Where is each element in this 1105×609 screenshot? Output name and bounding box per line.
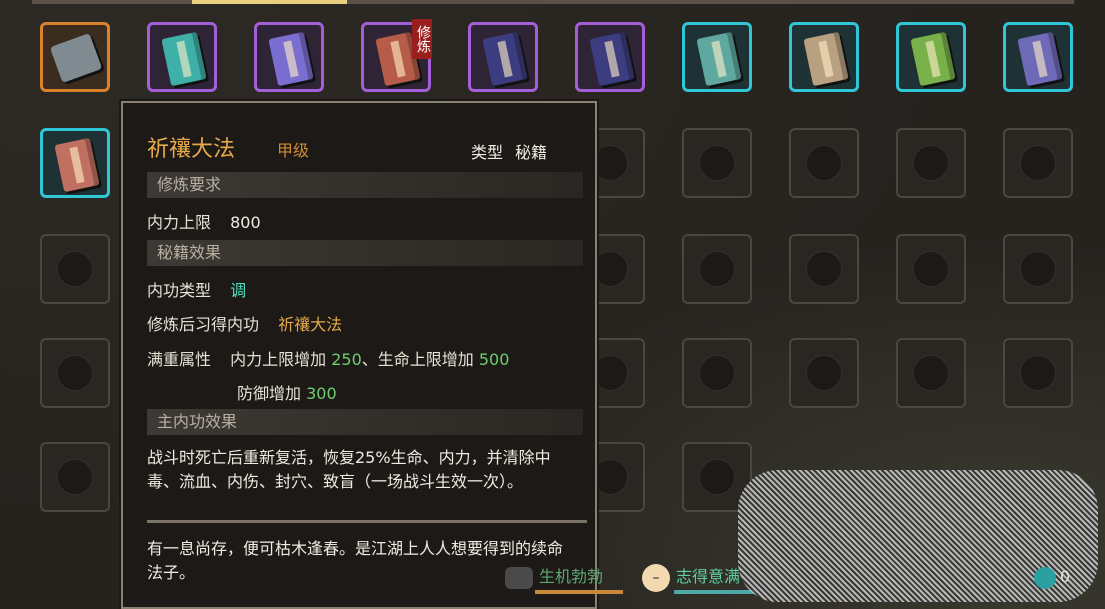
attr2-value: 500	[478, 350, 510, 369]
item-type: 类型 秘籍	[471, 139, 547, 163]
empty-slot[interactable]	[40, 442, 110, 512]
attr3-row: 防御增加 300	[237, 380, 337, 404]
item-tooltip: 祈禳大法 甲级 类型 秘籍 修炼要求 内力上限 800 秘籍效果 内功类型 调 修…	[119, 99, 599, 609]
empty-slot[interactable]	[789, 128, 859, 198]
empty-slot[interactable]	[40, 234, 110, 304]
book-icon	[696, 31, 742, 87]
learn-value: 祈禳大法	[278, 315, 343, 334]
kungfu-type-value: 调	[230, 281, 247, 300]
full-attr-label: 满重属性	[147, 350, 212, 369]
section-header-effects: 秘籍效果	[147, 240, 583, 266]
money-status: 0	[1034, 560, 1070, 596]
active-tab-indicator[interactable]	[192, 0, 347, 4]
book-icon	[482, 31, 528, 87]
inventory-slot[interactable]	[682, 22, 752, 92]
inventory-slot[interactable]	[1003, 22, 1073, 92]
item-type-value: 秘籍	[515, 143, 548, 162]
attr1-label: 内力上限增加	[230, 350, 327, 369]
inventory-slot[interactable]	[896, 22, 966, 92]
attr3-label: 防御增加	[237, 384, 302, 403]
empty-slot[interactable]	[789, 338, 859, 408]
book-icon	[268, 31, 314, 87]
full-attr-row: 满重属性 内力上限增加 250、生命上限增加 500	[147, 346, 509, 370]
smiley-face-icon: –	[642, 563, 670, 592]
book-icon	[54, 137, 100, 193]
book-icon	[1017, 31, 1063, 87]
kungfu-type-row: 内功类型 调	[147, 277, 246, 301]
vitality-label: 生机勃勃	[539, 567, 604, 586]
attr3-value: 300	[306, 384, 337, 403]
mood-label: 志得意满	[676, 567, 741, 586]
empty-slot[interactable]	[1003, 234, 1073, 304]
divider	[147, 520, 587, 523]
book-icon	[910, 31, 956, 87]
vitality-status[interactable]: 生机勃勃	[505, 560, 623, 596]
learn-label: 修炼后习得内功	[147, 315, 260, 334]
attr1-value: 250	[331, 350, 362, 369]
requirement-row: 内力上限 800	[147, 209, 261, 233]
book-icon	[161, 31, 207, 87]
empty-slot[interactable]	[682, 338, 752, 408]
requirement-label: 内力上限	[147, 213, 212, 232]
section-header-main-effect: 主内功效果	[147, 409, 583, 435]
inventory-slot[interactable]	[147, 22, 217, 92]
empty-slot[interactable]	[682, 128, 752, 198]
book-icon	[803, 31, 849, 87]
empty-slot[interactable]	[789, 234, 859, 304]
item-name: 祈禳大法	[147, 137, 236, 162]
empty-slot[interactable]	[896, 128, 966, 198]
empty-slot[interactable]	[1003, 338, 1073, 408]
inventory-slot[interactable]	[254, 22, 324, 92]
book-icon	[589, 31, 635, 87]
mood-bar	[674, 590, 756, 594]
inventory-slot[interactable]	[40, 128, 110, 198]
item-grade: 甲级	[277, 141, 310, 160]
section-header-requirements: 修炼要求	[147, 172, 583, 198]
tab-bar	[32, 0, 1074, 4]
item-type-label: 类型	[471, 143, 504, 162]
inventory-slot[interactable]	[468, 22, 538, 92]
attr-separator: 、生命上限增加	[361, 350, 474, 369]
kungfu-type-label: 内功类型	[147, 281, 212, 300]
muscle-icon	[505, 566, 533, 589]
empty-slot[interactable]	[1003, 128, 1073, 198]
inventory-slot[interactable]: 修炼	[361, 19, 432, 92]
empty-slot[interactable]	[896, 234, 966, 304]
empty-slot[interactable]	[896, 338, 966, 408]
money-value: 0	[1060, 567, 1071, 586]
tool-icon	[49, 32, 103, 84]
mood-status[interactable]: – 志得意满	[642, 560, 756, 596]
inventory-slot[interactable]	[575, 22, 645, 92]
inventory-slot[interactable]	[789, 22, 859, 92]
empty-slot[interactable]	[40, 338, 110, 408]
empty-slot[interactable]	[682, 234, 752, 304]
vitality-bar	[535, 590, 623, 594]
main-effect-text: 战斗时死亡后重新复活，恢复25%生命、内力，并清除中毒、流血、内伤、封穴、致盲（…	[147, 448, 551, 491]
requirement-value: 800	[230, 213, 261, 232]
cultivating-badge: 修炼	[412, 19, 432, 59]
learn-row: 修炼后习得内功 祈禳大法	[147, 311, 342, 335]
inventory-slot[interactable]	[40, 22, 110, 92]
coin-icon	[1034, 566, 1056, 589]
